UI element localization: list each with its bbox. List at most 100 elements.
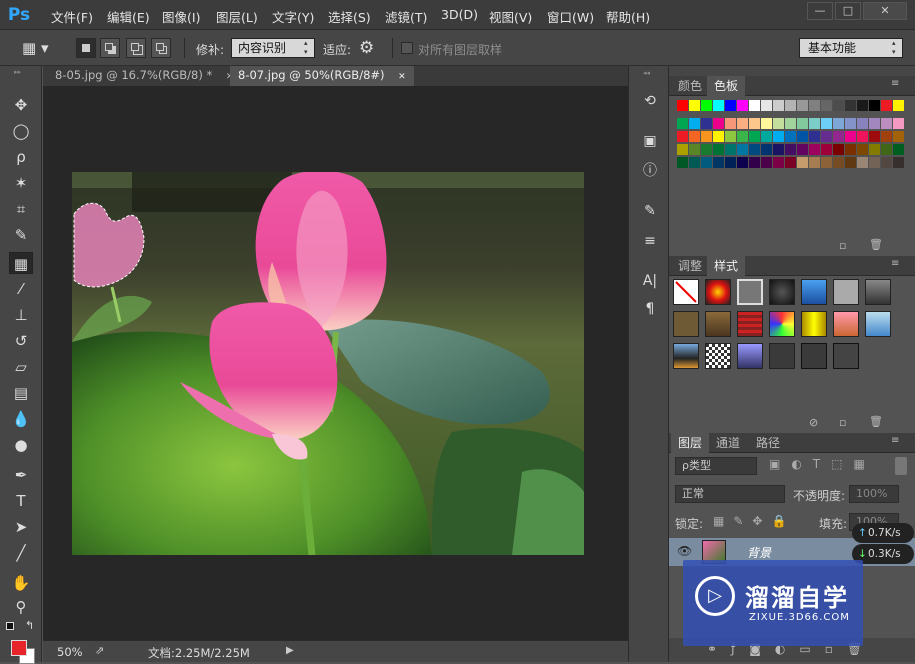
- style-item[interactable]: [801, 279, 827, 305]
- style-item[interactable]: [801, 311, 827, 337]
- color-swatch[interactable]: [881, 144, 892, 155]
- color-swatch[interactable]: [773, 118, 784, 129]
- minimize-button[interactable]: —: [807, 2, 833, 20]
- tab-layers[interactable]: 图层: [671, 433, 710, 453]
- workspace-select[interactable]: 基本功能: [799, 38, 903, 58]
- selection-intersect-icon[interactable]: [151, 38, 171, 58]
- color-swatch[interactable]: [845, 157, 856, 168]
- color-swatch[interactable]: [833, 157, 844, 168]
- paragraph-panel-icon[interactable]: ¶: [639, 298, 661, 320]
- history-panel-icon[interactable]: ⟲: [639, 90, 661, 112]
- layer-filter-icons[interactable]: ▣◐T⬚▦: [769, 457, 876, 471]
- color-swatch[interactable]: [869, 157, 880, 168]
- foreground-color-swatch[interactable]: [11, 640, 27, 656]
- color-swatch[interactable]: [821, 131, 832, 142]
- eyedropper-tool-icon[interactable]: ✎: [9, 224, 33, 246]
- color-swatch[interactable]: [725, 118, 736, 129]
- eye-icon[interactable]: 👁: [677, 544, 692, 558]
- color-swatch[interactable]: [869, 118, 880, 129]
- color-swatch[interactable]: [677, 118, 688, 129]
- gradient-tool-icon[interactable]: ▤: [9, 382, 33, 404]
- style-item[interactable]: [705, 311, 731, 337]
- color-swatch[interactable]: [689, 144, 700, 155]
- color-swatch[interactable]: [821, 144, 832, 155]
- color-swatch[interactable]: [773, 144, 784, 155]
- image-canvas[interactable]: [72, 172, 584, 555]
- layer-filter-select[interactable]: ρ类型: [675, 457, 757, 475]
- style-item[interactable]: [769, 279, 795, 305]
- magic-wand-tool-icon[interactable]: ✶: [9, 172, 33, 194]
- color-swatch[interactable]: [725, 131, 736, 142]
- color-swatch[interactable]: [833, 100, 844, 111]
- color-swatch[interactable]: [785, 118, 796, 129]
- color-swatch[interactable]: [833, 131, 844, 142]
- color-swatch[interactable]: [785, 131, 796, 142]
- color-swatch[interactable]: [881, 118, 892, 129]
- filter-toggle[interactable]: [895, 457, 907, 475]
- stamp-tool-icon[interactable]: ⊥: [9, 304, 33, 326]
- color-swatch[interactable]: [689, 131, 700, 142]
- properties-panel-icon[interactable]: ▣: [639, 130, 661, 152]
- info-icon[interactable]: ⓘ: [639, 160, 661, 182]
- swap-colors-icon[interactable]: ↰: [25, 619, 34, 632]
- panel-menu-icon[interactable]: ≡: [891, 258, 899, 269]
- color-swatch[interactable]: [713, 144, 724, 155]
- color-swatch[interactable]: [785, 144, 796, 155]
- tab-channels[interactable]: 通道: [709, 433, 747, 453]
- color-swatch[interactable]: [773, 100, 784, 111]
- style-item[interactable]: [865, 279, 891, 305]
- eraser-tool-icon[interactable]: ▱: [9, 356, 33, 378]
- color-swatch[interactable]: [761, 157, 772, 168]
- gear-icon[interactable]: ⚙: [359, 37, 381, 59]
- character-panel-icon[interactable]: A|: [639, 270, 661, 292]
- color-swatch[interactable]: [713, 131, 724, 142]
- dodge-tool-icon[interactable]: ●: [9, 434, 33, 456]
- style-item[interactable]: [833, 311, 859, 337]
- color-swatch[interactable]: [701, 144, 712, 155]
- color-swatch[interactable]: [821, 157, 832, 168]
- panel-menu-icon[interactable]: ≡: [891, 435, 899, 446]
- history-brush-tool-icon[interactable]: ↺: [9, 330, 33, 352]
- selection-subtract-icon[interactable]: [126, 38, 146, 58]
- color-swatch[interactable]: [893, 100, 904, 111]
- color-swatch[interactable]: [677, 100, 688, 111]
- blend-mode-select[interactable]: 正常: [675, 485, 785, 503]
- new-swatch-icon[interactable]: ▫: [839, 239, 846, 252]
- style-item[interactable]: [801, 343, 827, 369]
- color-swatch[interactable]: [737, 157, 748, 168]
- color-swatch[interactable]: [725, 144, 736, 155]
- blur-tool-icon[interactable]: 💧: [9, 408, 33, 430]
- tab-8-07[interactable]: 8-07.jpg @ 50%(RGB/8#) ✕: [230, 66, 414, 86]
- style-item[interactable]: [737, 343, 763, 369]
- color-swatch[interactable]: [845, 144, 856, 155]
- color-swatch[interactable]: [761, 118, 772, 129]
- style-item[interactable]: [833, 279, 859, 305]
- color-swatch[interactable]: [701, 131, 712, 142]
- close-icon[interactable]: ✕: [398, 72, 406, 82]
- color-swatch[interactable]: [893, 131, 904, 142]
- crop-tool-icon[interactable]: ⌗: [9, 198, 33, 220]
- patch-mode-select[interactable]: 内容识别: [231, 38, 315, 58]
- type-tool-icon[interactable]: T: [9, 490, 33, 512]
- tab-paths[interactable]: 路径: [749, 433, 787, 453]
- menu-view[interactable]: 视图(V): [489, 7, 532, 26]
- color-swatch[interactable]: [689, 157, 700, 168]
- menu-type[interactable]: 文字(Y): [272, 7, 314, 26]
- hand-tool-icon[interactable]: ✋: [9, 572, 33, 594]
- trash-icon[interactable]: 🗑: [869, 415, 883, 428]
- photoshop-logo[interactable]: Ps: [6, 3, 32, 27]
- color-swatch[interactable]: [797, 157, 808, 168]
- color-swatch[interactable]: [869, 144, 880, 155]
- menu-filter[interactable]: 滤镜(T): [385, 7, 427, 26]
- layer-name[interactable]: 背景: [747, 544, 771, 561]
- menu-image[interactable]: 图像(I): [162, 7, 200, 26]
- color-swatch[interactable]: [893, 144, 904, 155]
- default-colors-icon[interactable]: [6, 622, 14, 630]
- color-swatch[interactable]: [773, 157, 784, 168]
- color-swatch[interactable]: [749, 100, 760, 111]
- color-swatch[interactable]: [737, 144, 748, 155]
- color-swatch[interactable]: [809, 131, 820, 142]
- move-tool-icon[interactable]: ✥: [9, 94, 33, 116]
- menu-window[interactable]: 窗口(W): [547, 7, 594, 26]
- share-icon[interactable]: ⇗: [95, 644, 104, 657]
